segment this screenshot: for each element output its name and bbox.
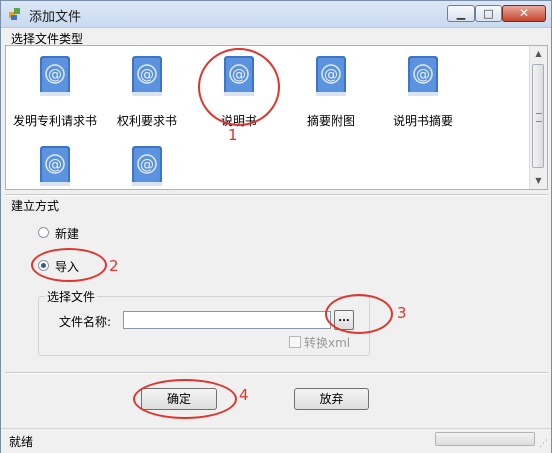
convert-xml-label: 转换xml: [304, 336, 351, 350]
annotation-number-2: 2: [109, 257, 119, 275]
annotation-number-1: 1: [228, 126, 238, 144]
filetype-item-label: 权利要求书: [116, 114, 177, 128]
annotation-ellipse-4: [133, 379, 237, 419]
status-text: 就绪: [9, 435, 34, 449]
book-at-icon: @: [132, 146, 162, 186]
divider: [5, 194, 548, 196]
divider: [5, 372, 548, 374]
book-at-icon: @: [316, 56, 346, 96]
filetype-item-label: 发明专利请求书: [12, 114, 97, 128]
title-bar: 添加文件 ▁ □ ✕: [1, 1, 551, 28]
scroll-thumb[interactable]: [532, 64, 544, 168]
filetype-item-label: 摘要附图: [306, 114, 355, 128]
grip-icon: [536, 113, 542, 122]
file-name-input[interactable]: [123, 311, 331, 329]
window-title: 添加文件: [29, 10, 82, 25]
svg-text:@: @: [140, 157, 154, 173]
maximize-icon: □: [483, 7, 494, 20]
progress-bar: [435, 432, 535, 446]
radio-new-label: 新建: [55, 227, 80, 241]
cancel-button[interactable]: 放弃: [294, 388, 369, 410]
create-mode-label: 建立方式: [11, 199, 60, 213]
filetype-scrollbar[interactable]: ▲ ▼: [529, 46, 547, 189]
book-at-icon: @: [132, 56, 162, 96]
add-file-dialog: 添加文件 ▁ □ ✕ 选择文件类型 @ 发明专利请求书 @ 权利要求书 @ 说明…: [0, 0, 552, 453]
scroll-up-icon[interactable]: ▲: [530, 46, 547, 62]
svg-text:@: @: [416, 67, 430, 83]
close-button[interactable]: ✕: [502, 5, 546, 22]
svg-text:@: @: [48, 157, 62, 173]
file-select-label: 选择文件: [45, 288, 98, 305]
annotation-ellipse-1: [198, 48, 280, 126]
scroll-down-icon[interactable]: ▼: [530, 173, 547, 189]
annotation-number-4: 4: [239, 386, 249, 404]
svg-text:@: @: [324, 67, 338, 83]
filetype-item-label: 说明书摘要: [392, 114, 453, 128]
annotation-ellipse-2: [31, 248, 107, 282]
resize-grip-icon[interactable]: ⋰: [539, 439, 548, 449]
book-at-icon: @: [40, 56, 70, 96]
minimize-icon: ▁: [456, 7, 466, 20]
filetype-list[interactable]: @ 发明专利请求书 @ 权利要求书 @ 说明书 @ 摘要附图 @ 说明书摘要 @…: [5, 45, 548, 190]
annotation-ellipse-3: [325, 294, 393, 334]
file-name-label: 文件名称:: [59, 315, 112, 329]
svg-text:@: @: [140, 67, 154, 83]
svg-text:@: @: [48, 67, 62, 83]
close-icon: ✕: [518, 6, 530, 20]
minimize-button[interactable]: ▁: [447, 5, 475, 22]
radio-new-button[interactable]: [38, 227, 49, 238]
maximize-button[interactable]: □: [475, 5, 502, 22]
status-bar: 就绪 ⋰: [1, 428, 551, 453]
book-at-icon: @: [40, 146, 70, 186]
convert-xml-checkbox[interactable]: [289, 336, 301, 348]
app-icon: [9, 8, 20, 20]
annotation-number-3: 3: [397, 304, 407, 322]
book-at-icon: @: [408, 56, 438, 96]
